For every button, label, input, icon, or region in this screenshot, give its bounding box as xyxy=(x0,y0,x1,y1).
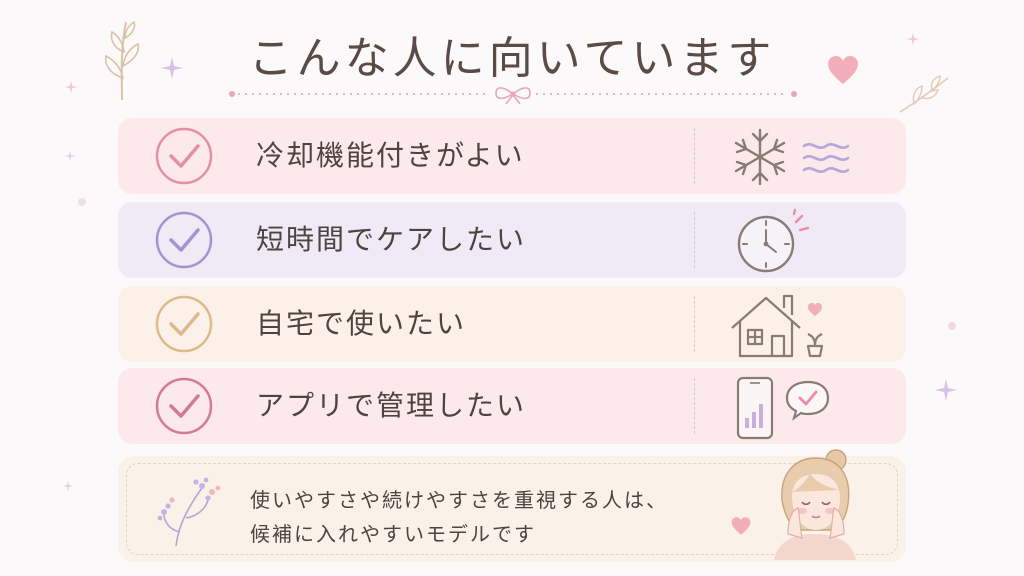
woman-illustration xyxy=(774,449,856,560)
vertical-divider xyxy=(694,212,695,268)
item-label: 自宅で使いたい xyxy=(256,307,467,340)
item-label: 冷却機能付きがよい xyxy=(256,139,525,172)
smartphone-app-icon xyxy=(736,376,830,440)
item-label: 短時間でケアしたい xyxy=(256,223,527,256)
list-item-app-management: アプリで管理したい xyxy=(118,368,906,444)
note-text-line-1: 使いやすさや続けやすさを重視する人は、 xyxy=(250,488,668,512)
list-item-home-use: 自宅で使いたい xyxy=(118,286,906,362)
ribbon-divider xyxy=(229,87,797,104)
sparkle-icon xyxy=(935,379,957,401)
dot-decoration xyxy=(78,198,86,206)
heart-icon xyxy=(731,517,751,535)
snowflake-cool-icon xyxy=(734,128,850,186)
sparkle-icon xyxy=(62,480,74,492)
house-icon xyxy=(731,294,824,358)
note-text-line-2: 候補に入れやすいモデルです xyxy=(250,522,536,546)
check-circle-icon xyxy=(155,211,213,269)
check-circle-icon xyxy=(155,295,213,353)
list-item-cooling: 冷却機能付きがよい xyxy=(118,118,906,194)
sparkle-icon xyxy=(64,150,76,162)
clock-icon xyxy=(737,208,810,273)
vertical-divider xyxy=(694,378,695,434)
list-item-short-time: 短時間でケアしたい xyxy=(118,202,906,278)
dot-decoration xyxy=(948,322,956,330)
check-circle-icon xyxy=(155,127,213,185)
vertical-divider xyxy=(694,128,695,184)
vertical-divider xyxy=(694,296,695,352)
check-circle-icon xyxy=(155,377,213,435)
item-label: アプリで管理したい xyxy=(256,389,527,422)
page-title: こんな人に向いています xyxy=(248,33,776,84)
flower-sprig-icon xyxy=(157,477,221,547)
